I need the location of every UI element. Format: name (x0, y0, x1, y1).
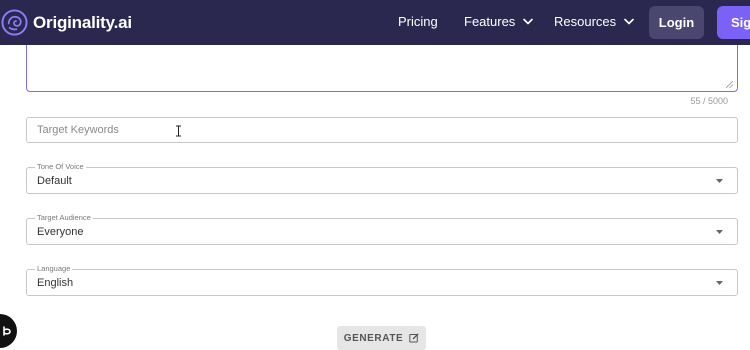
chevron-down-icon (624, 18, 634, 25)
chevron-down-icon (523, 18, 534, 25)
nav-resources-label: Resources (554, 14, 617, 29)
brand-logo[interactable]: Originality.ai (1, 9, 132, 36)
top-navbar: Originality.ai Pricing Features Resource… (0, 0, 750, 45)
tone-of-voice-select[interactable]: Tone Of Voice Default (26, 162, 738, 194)
caret-down-icon (716, 179, 723, 183)
brain-icon (1, 9, 28, 36)
help-chat-button[interactable] (0, 314, 17, 348)
nav-pricing[interactable]: Pricing (398, 14, 438, 29)
nav-pricing-label: Pricing (398, 14, 438, 29)
tone-of-voice-label: Tone Of Voice (35, 162, 86, 171)
nav-features[interactable]: Features (464, 14, 534, 29)
nav-resources[interactable]: Resources (554, 14, 634, 29)
text-cursor-icon (176, 125, 181, 137)
caret-down-icon (716, 230, 723, 234)
resize-handle-icon[interactable] (726, 81, 733, 88)
character-count: 55 / 5000 (690, 96, 728, 106)
brand-name: Originality.ai (33, 12, 132, 32)
page: 55 / 5000 Originality.ai Pricing Feature… (0, 0, 750, 350)
generate-button[interactable]: GENERATE (337, 326, 426, 350)
signup-button[interactable]: Sign (717, 6, 750, 39)
language-select[interactable]: Language English (26, 264, 738, 296)
language-label: Language (35, 264, 73, 273)
target-audience-select[interactable]: Target Audience Everyone (26, 213, 738, 245)
target-keywords-field[interactable] (26, 117, 738, 143)
login-button[interactable]: Login (649, 6, 704, 39)
language-value: English (37, 277, 74, 289)
generate-label: GENERATE (343, 332, 404, 344)
target-audience-label: Target Audience (35, 213, 93, 222)
target-audience-value: Everyone (37, 226, 84, 238)
caret-down-icon (716, 281, 723, 285)
tone-of-voice-value: Default (37, 175, 72, 187)
help-chat-icon (3, 326, 11, 336)
target-keywords-input[interactable] (27, 118, 737, 142)
edit-icon (409, 333, 419, 343)
nav-features-label: Features (464, 14, 516, 29)
